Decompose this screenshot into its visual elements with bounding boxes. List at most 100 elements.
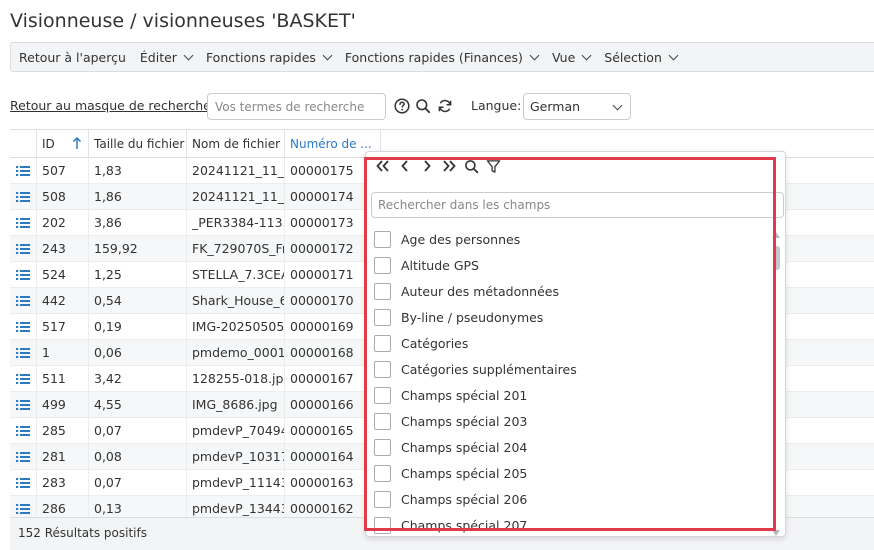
row-details-icon[interactable]	[10, 314, 37, 340]
cell-id: 524	[37, 262, 89, 288]
row-details-icon[interactable]	[10, 158, 37, 184]
cell-id: 281	[37, 444, 89, 470]
row-details-icon[interactable]	[10, 210, 37, 236]
field-list: Age des personnes Altitude GPS Auteur des …	[374, 226, 769, 536]
cell-file-name: pmdemo_00011	[187, 340, 285, 366]
cell-file-size: 3,42	[89, 366, 187, 392]
field-checkbox[interactable]	[374, 334, 391, 352]
field-checkbox[interactable]	[374, 412, 391, 430]
field-option[interactable]: Catégories supplémentaires	[374, 356, 769, 382]
header-file-size[interactable]: Taille du fichier	[89, 130, 187, 158]
page-title: Visionneuse / visionneuses 'BASKET'	[10, 10, 356, 32]
scrollbar-thumb[interactable]	[774, 246, 780, 270]
search-icon[interactable]	[414, 96, 432, 116]
cell-file-name: Shark_House_6.j	[187, 288, 285, 314]
menu-bar: Retour à l'aperçu Éditer Fonctions rapid…	[10, 42, 874, 72]
search-input[interactable]	[207, 93, 386, 120]
field-checkbox[interactable]	[374, 464, 391, 482]
menu-label: Retour à l'aperçu	[19, 49, 126, 65]
field-label: Auteur des métadonnées	[401, 283, 559, 299]
scroll-up-icon[interactable]	[772, 232, 780, 238]
language-select[interactable]: German	[523, 93, 631, 120]
field-label: Champs spécial 205	[401, 465, 528, 481]
refresh-icon[interactable]	[436, 96, 454, 116]
chevron-down-icon	[183, 50, 194, 60]
help-icon[interactable]	[393, 96, 411, 116]
field-checkbox[interactable]	[374, 516, 391, 534]
row-details-icon[interactable]	[10, 444, 37, 470]
field-search-input[interactable]	[371, 192, 784, 218]
header-spacer	[10, 130, 37, 158]
field-checkbox[interactable]	[374, 282, 391, 300]
row-details-icon[interactable]	[10, 262, 37, 288]
row-details-icon[interactable]	[10, 418, 37, 444]
field-option[interactable]: Champs spécial 204	[374, 434, 769, 460]
field-label: Age des personnes	[401, 231, 521, 247]
row-details-icon[interactable]	[10, 340, 37, 366]
cell-id: 508	[37, 184, 89, 210]
cell-file-size: 0,54	[89, 288, 187, 314]
next-icon[interactable]	[416, 156, 438, 176]
chevron-down-icon	[322, 50, 333, 60]
results-count: 152 Résultats positifs	[18, 526, 147, 540]
field-checkbox[interactable]	[374, 308, 391, 326]
field-checkbox[interactable]	[374, 438, 391, 456]
cell-id: 202	[37, 210, 89, 236]
field-label: Catégories	[401, 335, 469, 351]
field-option[interactable]: Auteur des métadonnées	[374, 278, 769, 304]
row-details-icon[interactable]	[10, 288, 37, 314]
header-file-name[interactable]: Nom de fichier	[187, 130, 285, 158]
menu-selection[interactable]: Sélection	[604, 50, 679, 65]
field-checkbox[interactable]	[374, 230, 391, 248]
menu-back-to-overview[interactable]: Retour à l'aperçu	[19, 50, 126, 65]
field-checkbox[interactable]	[374, 386, 391, 404]
first-page-icon[interactable]	[372, 156, 394, 176]
cell-file-size: 0,08	[89, 444, 187, 470]
field-option[interactable]: Champs spécial 206	[374, 486, 769, 512]
field-checkbox[interactable]	[374, 360, 391, 378]
field-checkbox[interactable]	[374, 490, 391, 508]
row-details-icon[interactable]	[10, 470, 37, 496]
language-label: Langue:	[471, 98, 522, 113]
field-checkbox[interactable]	[374, 256, 391, 274]
field-option[interactable]: Catégories	[374, 330, 769, 356]
menu-view[interactable]: Vue	[551, 49, 592, 65]
row-details-icon[interactable]	[10, 392, 37, 418]
cell-file-size: 159,92	[89, 236, 187, 262]
filter-icon[interactable]	[482, 156, 504, 176]
header-id[interactable]: ID	[37, 130, 89, 158]
menu-edit[interactable]: Éditer	[139, 49, 194, 65]
field-option[interactable]: By-line / pseudonymes	[374, 304, 769, 330]
row-details-icon[interactable]	[10, 184, 37, 210]
previous-icon[interactable]	[394, 156, 416, 176]
last-page-icon[interactable]	[438, 156, 460, 176]
menu-quick-functions-finance[interactable]: Fonctions rapides (Finances)	[345, 50, 540, 65]
field-option[interactable]: Champs spécial 207	[374, 512, 769, 536]
field-option[interactable]: Champs spécial 203	[374, 408, 769, 434]
cell-file-name: _PER3384-113.j	[187, 210, 285, 236]
field-option[interactable]: Age des personnes	[374, 226, 769, 252]
cell-file-size: 0,07	[89, 470, 187, 496]
cell-file-name: STELLA_7.3CEA	[187, 262, 285, 288]
chevron-down-icon	[529, 50, 540, 60]
search-icon[interactable]	[460, 156, 482, 176]
menu-label: Vue	[551, 49, 576, 65]
menu-label: Éditer	[139, 49, 177, 65]
sort-ascending-icon	[72, 136, 82, 149]
field-label: Champs spécial 204	[401, 439, 528, 455]
cell-id: 511	[37, 366, 89, 392]
cell-file-name: pmdevP_704943	[187, 418, 285, 444]
field-option[interactable]: Altitude GPS	[374, 252, 769, 278]
row-details-icon[interactable]	[10, 236, 37, 262]
row-details-icon[interactable]	[10, 366, 37, 392]
chevron-down-icon	[581, 50, 592, 60]
menu-label: Fonctions rapides	[205, 49, 316, 65]
cell-file-size: 0,06	[89, 340, 187, 366]
field-option[interactable]: Champs spécial 205	[374, 460, 769, 486]
field-option[interactable]: Champs spécial 201	[374, 382, 769, 408]
scroll-down-icon[interactable]	[772, 530, 780, 536]
menu-quick-functions[interactable]: Fonctions rapides	[205, 49, 333, 65]
cell-id: 499	[37, 392, 89, 418]
cell-id: 243	[37, 236, 89, 262]
back-to-search-link[interactable]: Retour au masque de recherche	[10, 98, 211, 113]
